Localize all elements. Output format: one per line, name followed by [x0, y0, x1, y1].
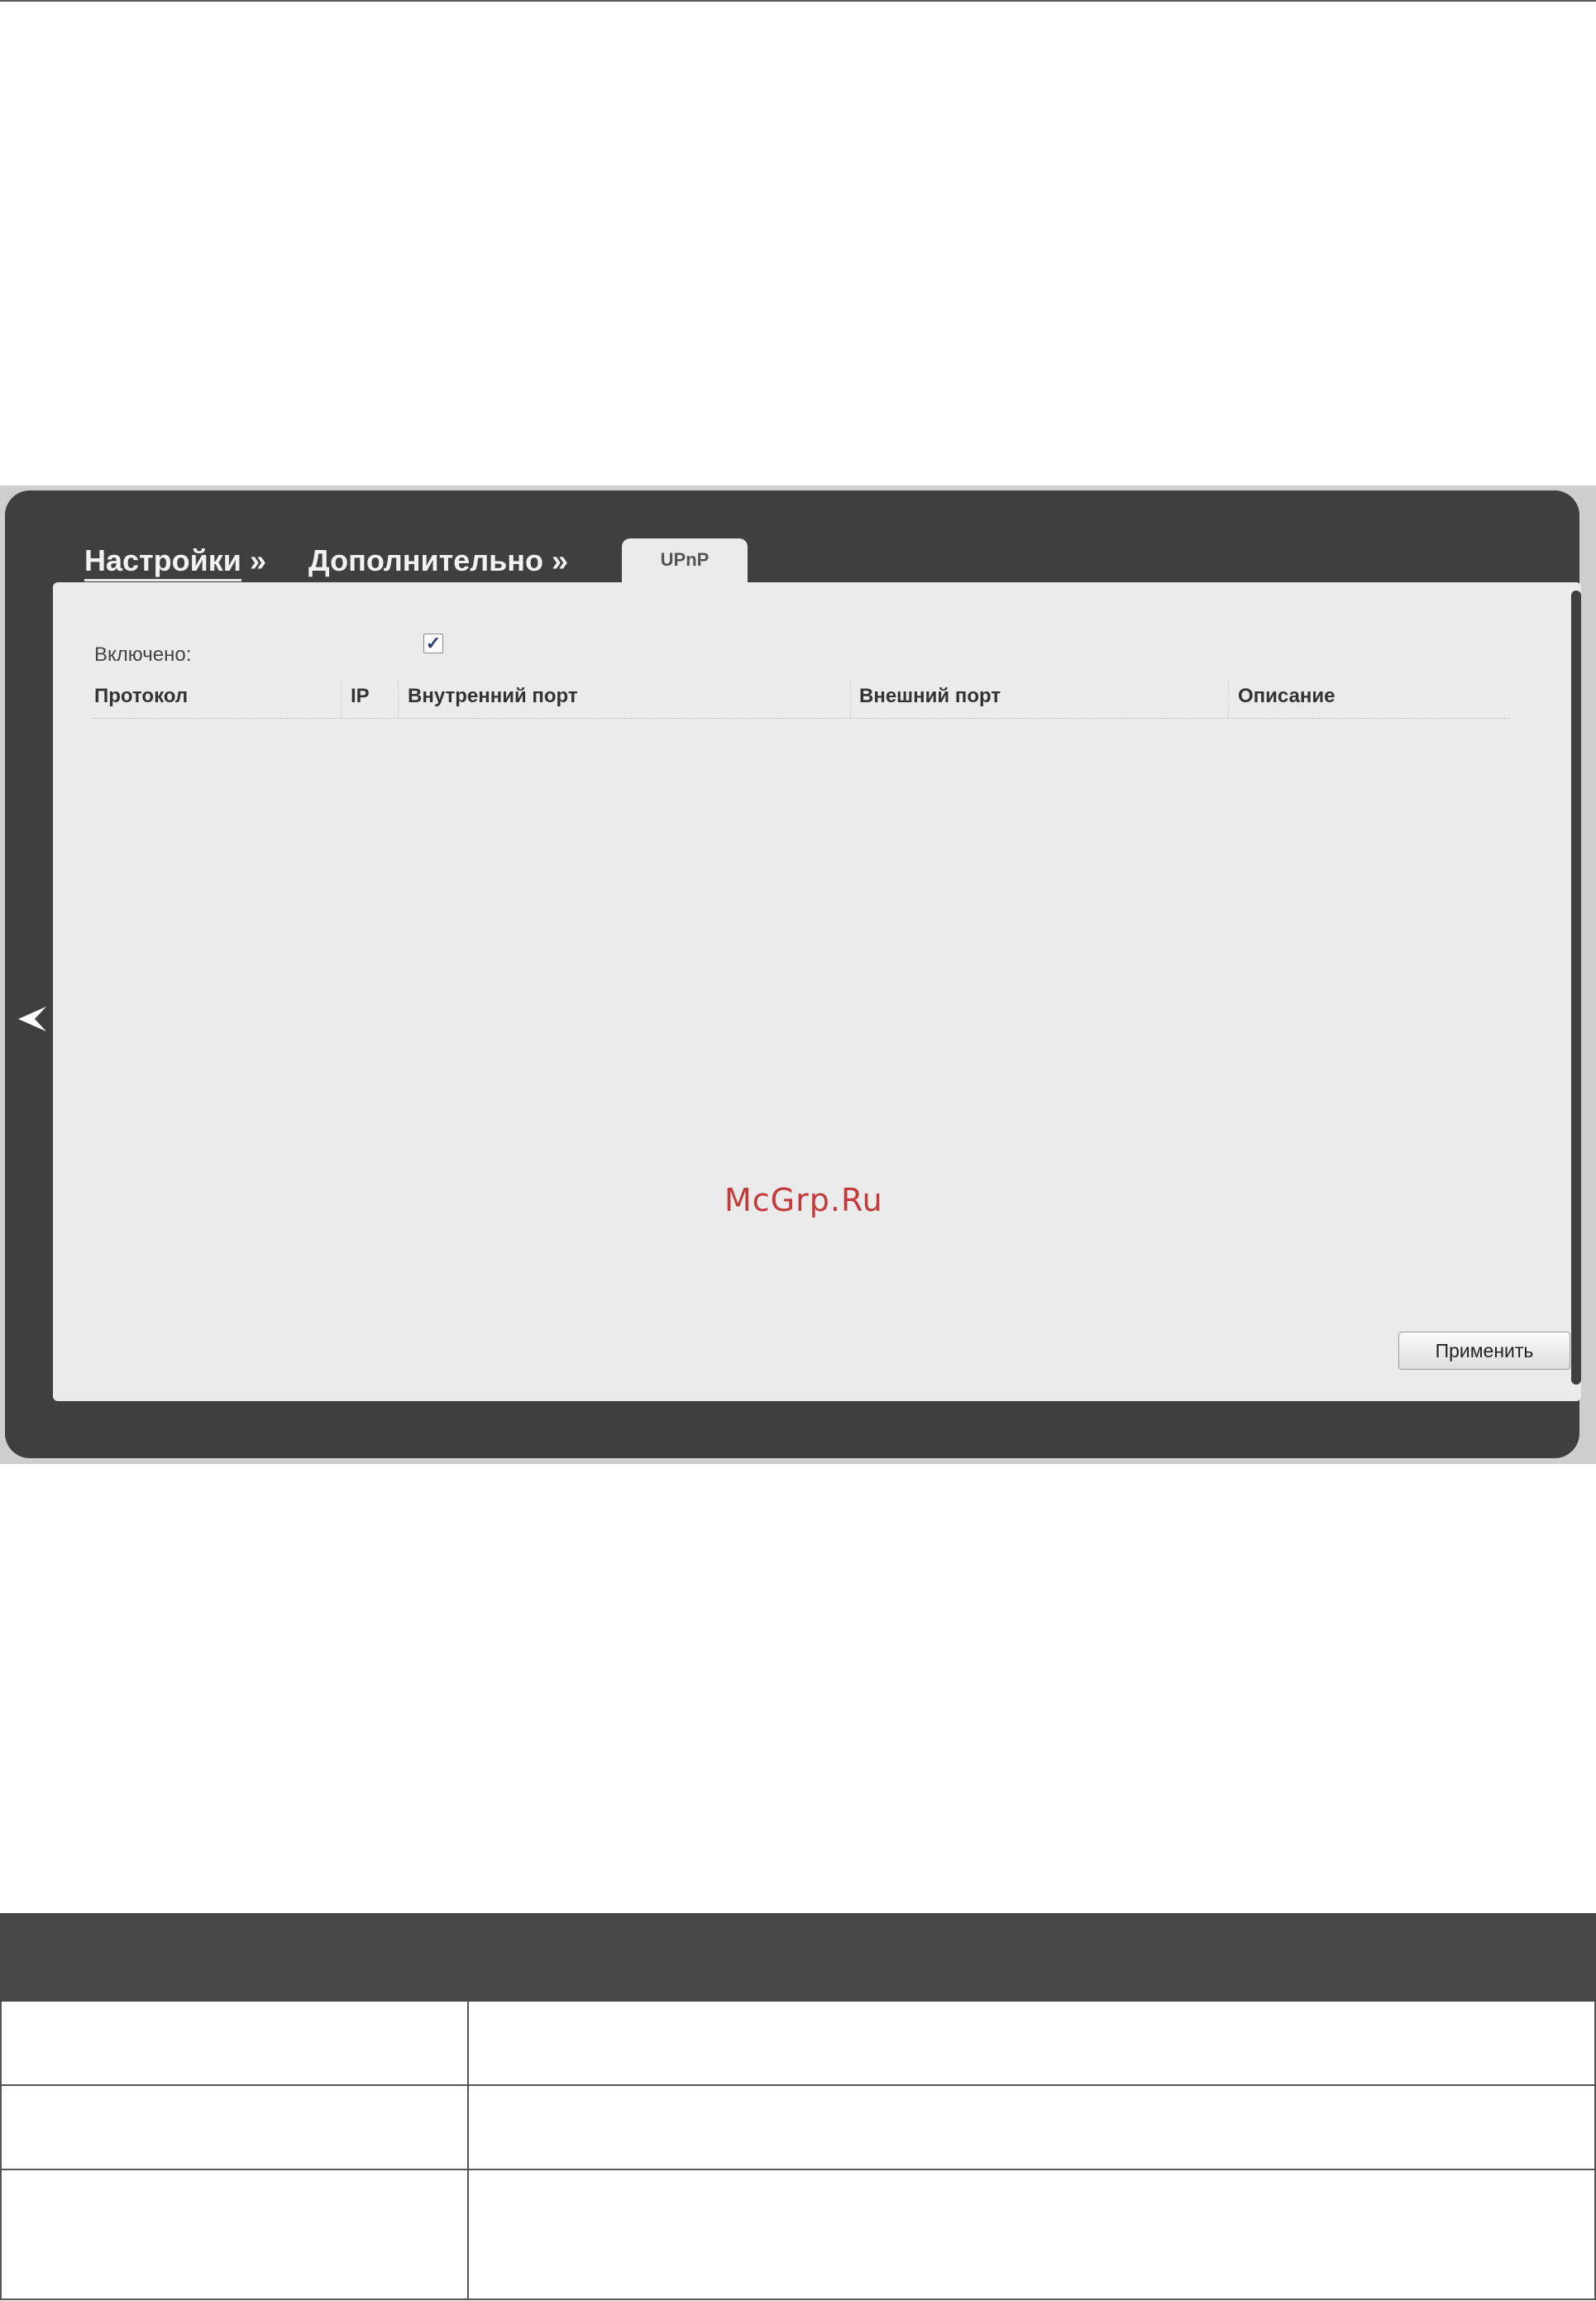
breadcrumb-settings-label[interactable]: Настройки: [84, 543, 241, 581]
column-divider: [850, 680, 851, 718]
breadcrumb-additional-label[interactable]: Дополнительно: [308, 543, 543, 577]
breadcrumb-settings[interactable]: Настройки»: [84, 543, 266, 581]
table-cell: [2, 2170, 469, 2299]
upnp-panel: Включено: ✓ Протокол IP Внутренний порт …: [53, 582, 1581, 1401]
table-row: [0, 2170, 1596, 2300]
column-header-protocol: Протокол: [94, 685, 189, 707]
table-header-divider: [93, 718, 1510, 719]
table-cell: [2, 2086, 469, 2169]
panel-scrollbar[interactable]: [1571, 591, 1581, 1385]
router-ui-screenshot: Настройки» Дополнительно» UPnP Включено:…: [0, 486, 1596, 1464]
breadcrumb-separator: »: [249, 543, 266, 577]
app-shell: Настройки» Дополнительно» UPnP Включено:…: [5, 490, 1581, 1458]
table-row: [0, 2086, 1596, 2170]
description-table-header: [0, 1913, 1596, 2002]
column-header-external-port: Внешний порт: [859, 685, 1001, 707]
breadcrumb-additional[interactable]: Дополнительно »: [308, 543, 568, 578]
column-divider: [398, 680, 399, 718]
watermark: McGrp.Ru: [724, 1182, 883, 1218]
column-divider: [1228, 680, 1229, 718]
column-header-ip: IP: [351, 685, 370, 707]
enabled-label: Включено:: [94, 643, 192, 666]
back-arrow-icon[interactable]: [18, 1007, 46, 1031]
checkmark-icon: ✓: [425, 633, 442, 653]
apply-button[interactable]: Применить: [1398, 1332, 1570, 1370]
column-header-description: Описание: [1238, 685, 1336, 707]
breadcrumb-separator: »: [552, 543, 569, 577]
column-divider: [341, 680, 342, 718]
enabled-checkbox[interactable]: ✓: [423, 634, 443, 653]
column-header-internal-port: Внутренний порт: [408, 685, 578, 707]
page-top-rule: [0, 0, 1596, 2]
table-cell: [2, 2002, 469, 2084]
table-row: [0, 2002, 1596, 2086]
description-table: [0, 1913, 1596, 2300]
